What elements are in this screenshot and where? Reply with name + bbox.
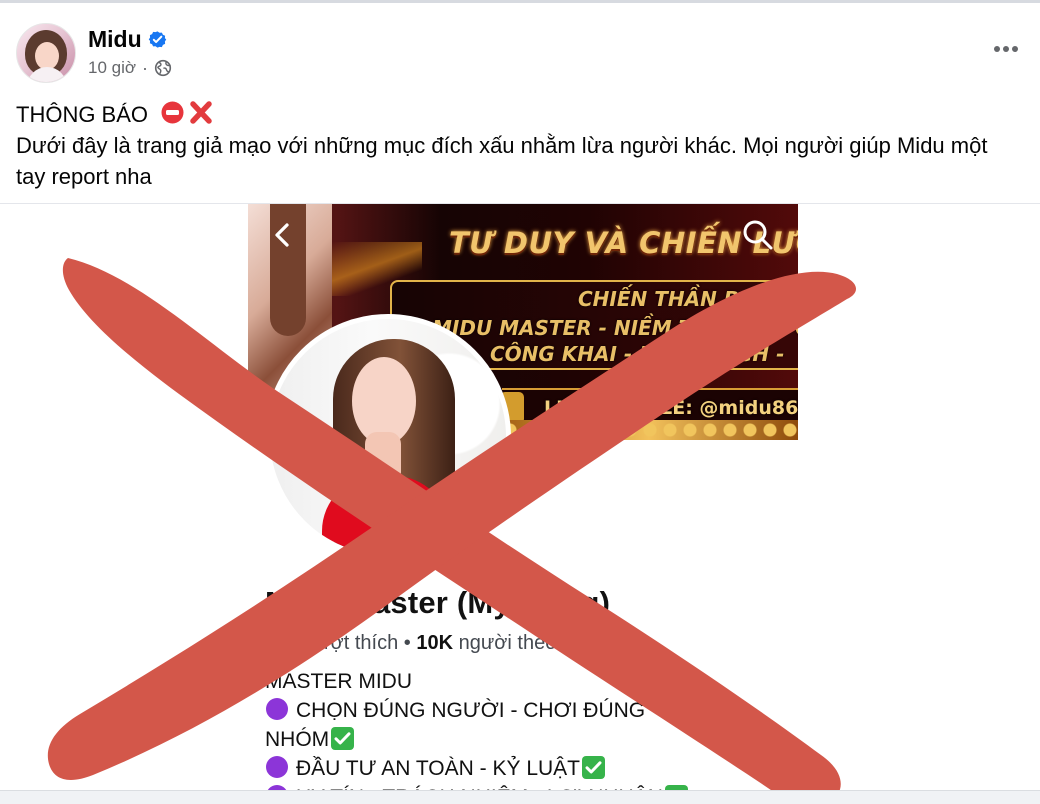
cover-subtitle-3: CÔNG KHAI - MINH BẠCH - bbox=[490, 342, 785, 366]
post-message-line-1: THÔNG BÁO bbox=[16, 99, 1016, 130]
cover-contact: LIÊN HỆ TELE: @midu868 bbox=[544, 397, 798, 419]
author-row: Midu bbox=[88, 25, 167, 53]
post-message: THÔNG BÁO Dưới đây là trang giả mạo với … bbox=[16, 99, 1016, 192]
check-box-icon bbox=[582, 756, 606, 779]
fake-page-screenshot: TƯ DUY VÀ CHIẾN LƯỢC ĐẦ CHIẾN THẦN B.C.R… bbox=[248, 204, 798, 794]
post-message-line-3: tay report nha bbox=[16, 164, 152, 189]
likes-count: 1,4K bbox=[265, 632, 308, 654]
purple-circle-icon bbox=[266, 698, 288, 720]
cover-subtitle-2: MIDU MASTER - NIỀM TIN VỮNG CHẮC UY TÍ bbox=[432, 316, 798, 340]
followers-label: người theo dõi bbox=[458, 632, 589, 654]
post-message-line-2: Dưới đây là trang giả mạo với những mục … bbox=[16, 133, 988, 158]
fake-profile-bio: MASTER MIDU CHỌN ĐÚNG NGƯỜI - CHƠI ĐÚNG … bbox=[265, 667, 745, 794]
post-options-button[interactable] bbox=[988, 31, 1024, 67]
followers-count: 10K bbox=[416, 632, 454, 654]
bio-title: MASTER MIDU bbox=[265, 670, 412, 693]
stats-dot: • bbox=[403, 632, 411, 654]
check-box-icon bbox=[331, 727, 355, 750]
fake-profile-photo bbox=[265, 314, 511, 560]
post-header: Midu 10 giờ · bbox=[16, 19, 1024, 89]
author-avatar[interactable] bbox=[16, 23, 76, 83]
post-meta: 10 giờ · bbox=[88, 58, 172, 78]
announcement-label: THÔNG BÁO bbox=[16, 102, 149, 127]
post-bottom-edge bbox=[0, 790, 1040, 804]
verified-badge-icon bbox=[148, 30, 166, 48]
profile-red-dress bbox=[322, 476, 449, 555]
more-options-icon bbox=[994, 46, 1018, 52]
bio-line-3: ĐẦU TƯ AN TOÀN - KỶ LUẬT bbox=[265, 754, 745, 783]
bio-line-2: NHÓM bbox=[265, 725, 745, 754]
gold-coins bbox=[500, 420, 798, 440]
post-time[interactable]: 10 giờ bbox=[88, 58, 136, 78]
meta-separator: · bbox=[142, 58, 149, 78]
cross-mark-icon bbox=[190, 101, 212, 124]
facebook-post-card: Midu 10 giờ · THÔNG BÁO Dưới đây là tran… bbox=[0, 0, 1040, 804]
purple-circle-icon bbox=[266, 756, 288, 778]
back-icon[interactable] bbox=[266, 218, 300, 252]
bio-line-1-text: CHỌN ĐÚNG NGƯỜI - CHƠI ĐÚNG bbox=[296, 699, 646, 722]
announcement-emojis bbox=[160, 100, 213, 125]
fake-profile-stats: 1,4K lượt thích • 10K người theo dõi bbox=[265, 632, 589, 655]
globe-icon[interactable] bbox=[154, 59, 172, 77]
fake-profile-name: Midu Master (Mỹ Dung) bbox=[265, 585, 611, 620]
post-photo[interactable]: TƯ DUY VÀ CHIẾN LƯỢC ĐẦ CHIẾN THẦN B.C.R… bbox=[0, 204, 1040, 794]
cover-subtitle-1: CHIẾN THẦN B.C.R bbox=[578, 287, 785, 311]
avatar-face bbox=[35, 42, 59, 70]
likes-label: lượt thích bbox=[312, 632, 399, 654]
author-name[interactable]: Midu bbox=[88, 25, 142, 53]
no-entry-icon bbox=[161, 101, 184, 124]
bio-line-1: CHỌN ĐÚNG NGƯỜI - CHƠI ĐÚNG bbox=[265, 696, 745, 725]
bio-line-3-text: ĐẦU TƯ AN TOÀN - KỶ LUẬT bbox=[296, 757, 581, 780]
bio-line-2-text: NHÓM bbox=[265, 728, 330, 751]
search-icon[interactable] bbox=[741, 218, 775, 252]
